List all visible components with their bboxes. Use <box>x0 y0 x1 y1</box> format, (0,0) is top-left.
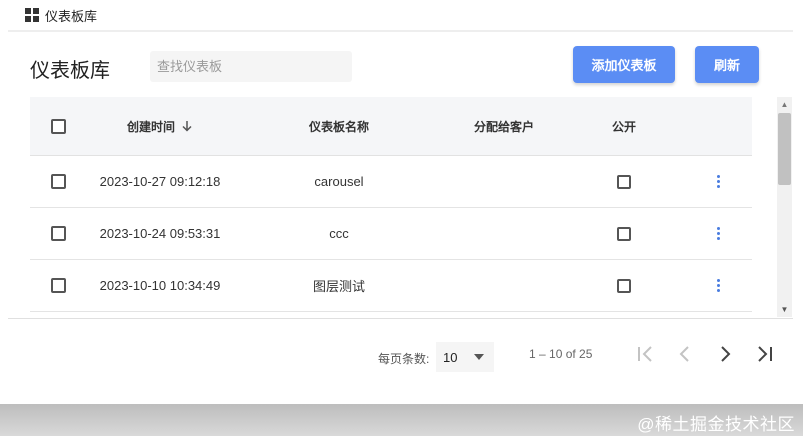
sort-down-icon <box>182 121 192 132</box>
last-page-icon[interactable] <box>753 342 777 366</box>
table-footer-divider <box>8 318 793 319</box>
table-row[interactable]: 2023-10-10 10:34:49 图层测试 <box>30 260 752 312</box>
search-input[interactable] <box>150 51 352 82</box>
select-all-checkbox[interactable] <box>51 118 66 134</box>
cell-created: 2023-10-27 09:12:18 <box>99 174 221 189</box>
breadcrumb-label: 仪表板库 <box>45 8 98 24</box>
page-size-label: 每页条数: <box>378 352 430 366</box>
row-checkbox[interactable] <box>51 278 66 293</box>
prev-page-icon[interactable] <box>673 342 697 366</box>
watermark: @稀土掘金技术社区 <box>637 415 795 434</box>
add-dashboard-button[interactable]: 添加仪表板 <box>573 46 675 83</box>
kebab-icon[interactable] <box>713 175 723 188</box>
page-range: 1 – 10 of 25 <box>529 347 593 361</box>
public-checkbox[interactable] <box>617 278 631 293</box>
table-row[interactable]: 2023-10-27 09:12:18 carousel <box>30 156 752 208</box>
dashboard-icon <box>25 8 39 22</box>
table-header: 创建时间 仪表板名称 分配给客户 公开 <box>30 97 752 156</box>
cell-name: ccc <box>329 226 349 241</box>
next-page-icon[interactable] <box>713 342 737 366</box>
row-checkbox[interactable] <box>51 226 66 241</box>
first-page-icon[interactable] <box>633 342 657 366</box>
row-checkbox[interactable] <box>51 174 66 189</box>
column-header-public: 公开 <box>611 119 636 134</box>
table-row[interactable]: 2023-10-24 09:53:31 ccc <box>30 208 752 260</box>
column-label-created: 创建时间 <box>126 119 175 134</box>
page-size-select[interactable]: 10 <box>436 342 494 372</box>
cell-name: 图层测试 <box>312 279 365 294</box>
page-title: 仪表板库 <box>30 60 110 82</box>
scroll-up-icon[interactable]: ▲ <box>777 97 792 112</box>
kebab-icon[interactable] <box>713 279 723 292</box>
cell-created: 2023-10-24 09:53:31 <box>99 226 221 241</box>
refresh-button[interactable]: 刷新 <box>695 46 759 83</box>
column-header-created[interactable]: 创建时间 <box>86 118 234 135</box>
public-checkbox[interactable] <box>617 226 631 241</box>
cell-name: carousel <box>314 174 364 189</box>
dashboard-table: 创建时间 仪表板名称 分配给客户 公开 2023-10-27 09:12:18 … <box>30 97 752 312</box>
scroll-down-icon[interactable]: ▼ <box>777 302 792 317</box>
scrollbar-thumb[interactable] <box>778 113 791 185</box>
public-checkbox[interactable] <box>617 174 631 189</box>
kebab-icon[interactable] <box>713 227 723 240</box>
column-header-name[interactable]: 仪表板名称 <box>234 118 444 135</box>
page-size-value: 10 <box>443 349 458 365</box>
column-header-customer[interactable]: 分配给客户 <box>444 118 564 135</box>
breadcrumb: 仪表板库 <box>0 0 803 30</box>
chevron-down-icon <box>474 354 484 360</box>
cell-created: 2023-10-10 10:34:49 <box>99 278 221 293</box>
